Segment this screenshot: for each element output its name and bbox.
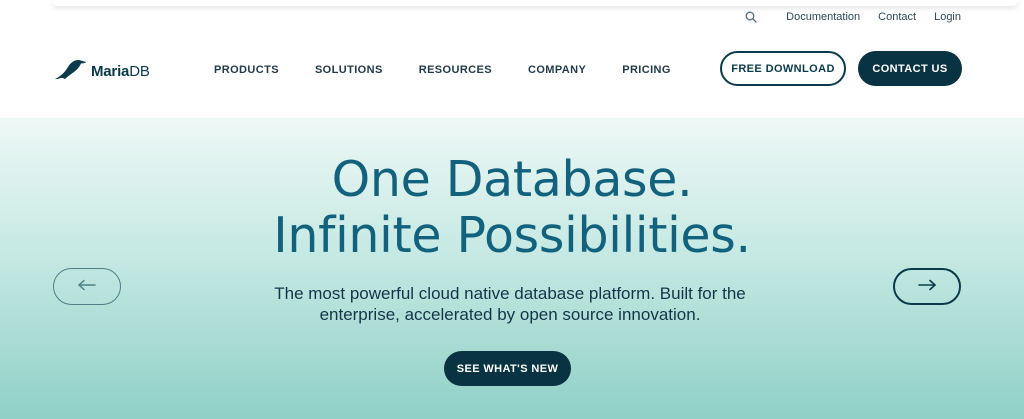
free-download-button[interactable]: FREE DOWNLOAD bbox=[720, 51, 846, 86]
headline-line-2: Infinite Possibilities. bbox=[273, 207, 751, 264]
hero-headline: One Database. Infinite Possibilities. bbox=[0, 152, 1024, 264]
subtext-line-2: enterprise, accelerated by open source i… bbox=[319, 305, 701, 324]
nav-item-company[interactable]: COMPANY bbox=[528, 64, 586, 76]
mariadb-logo[interactable]: MariaDB bbox=[54, 58, 150, 84]
nav-item-solutions[interactable]: SOLUTIONS bbox=[315, 64, 383, 76]
top-bar-shadow bbox=[52, 0, 1018, 6]
nav-item-products[interactable]: PRODUCTS bbox=[214, 64, 279, 76]
carousel-prev-button[interactable] bbox=[53, 268, 121, 305]
nav-item-resources[interactable]: RESOURCES bbox=[419, 64, 492, 76]
arrow-right-icon bbox=[917, 278, 937, 296]
brand-name: MariaDB bbox=[91, 63, 150, 80]
brand-name-light: DB bbox=[129, 62, 150, 80]
sea-lion-icon bbox=[54, 57, 88, 86]
utility-nav: Documentation Contact Login bbox=[744, 9, 961, 25]
nav-item-pricing[interactable]: PRICING bbox=[622, 64, 671, 76]
contact-us-button[interactable]: CONTACT US bbox=[858, 51, 962, 86]
headline-line-1: One Database. bbox=[331, 151, 693, 208]
main-nav: PRODUCTS SOLUTIONS RESOURCES COMPANY PRI… bbox=[214, 64, 671, 76]
hero-subtext: The most powerful cloud native database … bbox=[200, 283, 820, 325]
arrow-left-icon bbox=[77, 278, 97, 296]
subtext-line-1: The most powerful cloud native database … bbox=[274, 284, 746, 303]
contact-link[interactable]: Contact bbox=[878, 11, 916, 23]
search-icon[interactable] bbox=[744, 10, 758, 24]
carousel-next-button[interactable] bbox=[893, 268, 961, 305]
brand-name-bold: Maria bbox=[91, 62, 130, 80]
see-whats-new-button[interactable]: SEE WHAT'S NEW bbox=[444, 351, 571, 386]
documentation-link[interactable]: Documentation bbox=[786, 11, 860, 23]
login-link[interactable]: Login bbox=[934, 11, 961, 23]
